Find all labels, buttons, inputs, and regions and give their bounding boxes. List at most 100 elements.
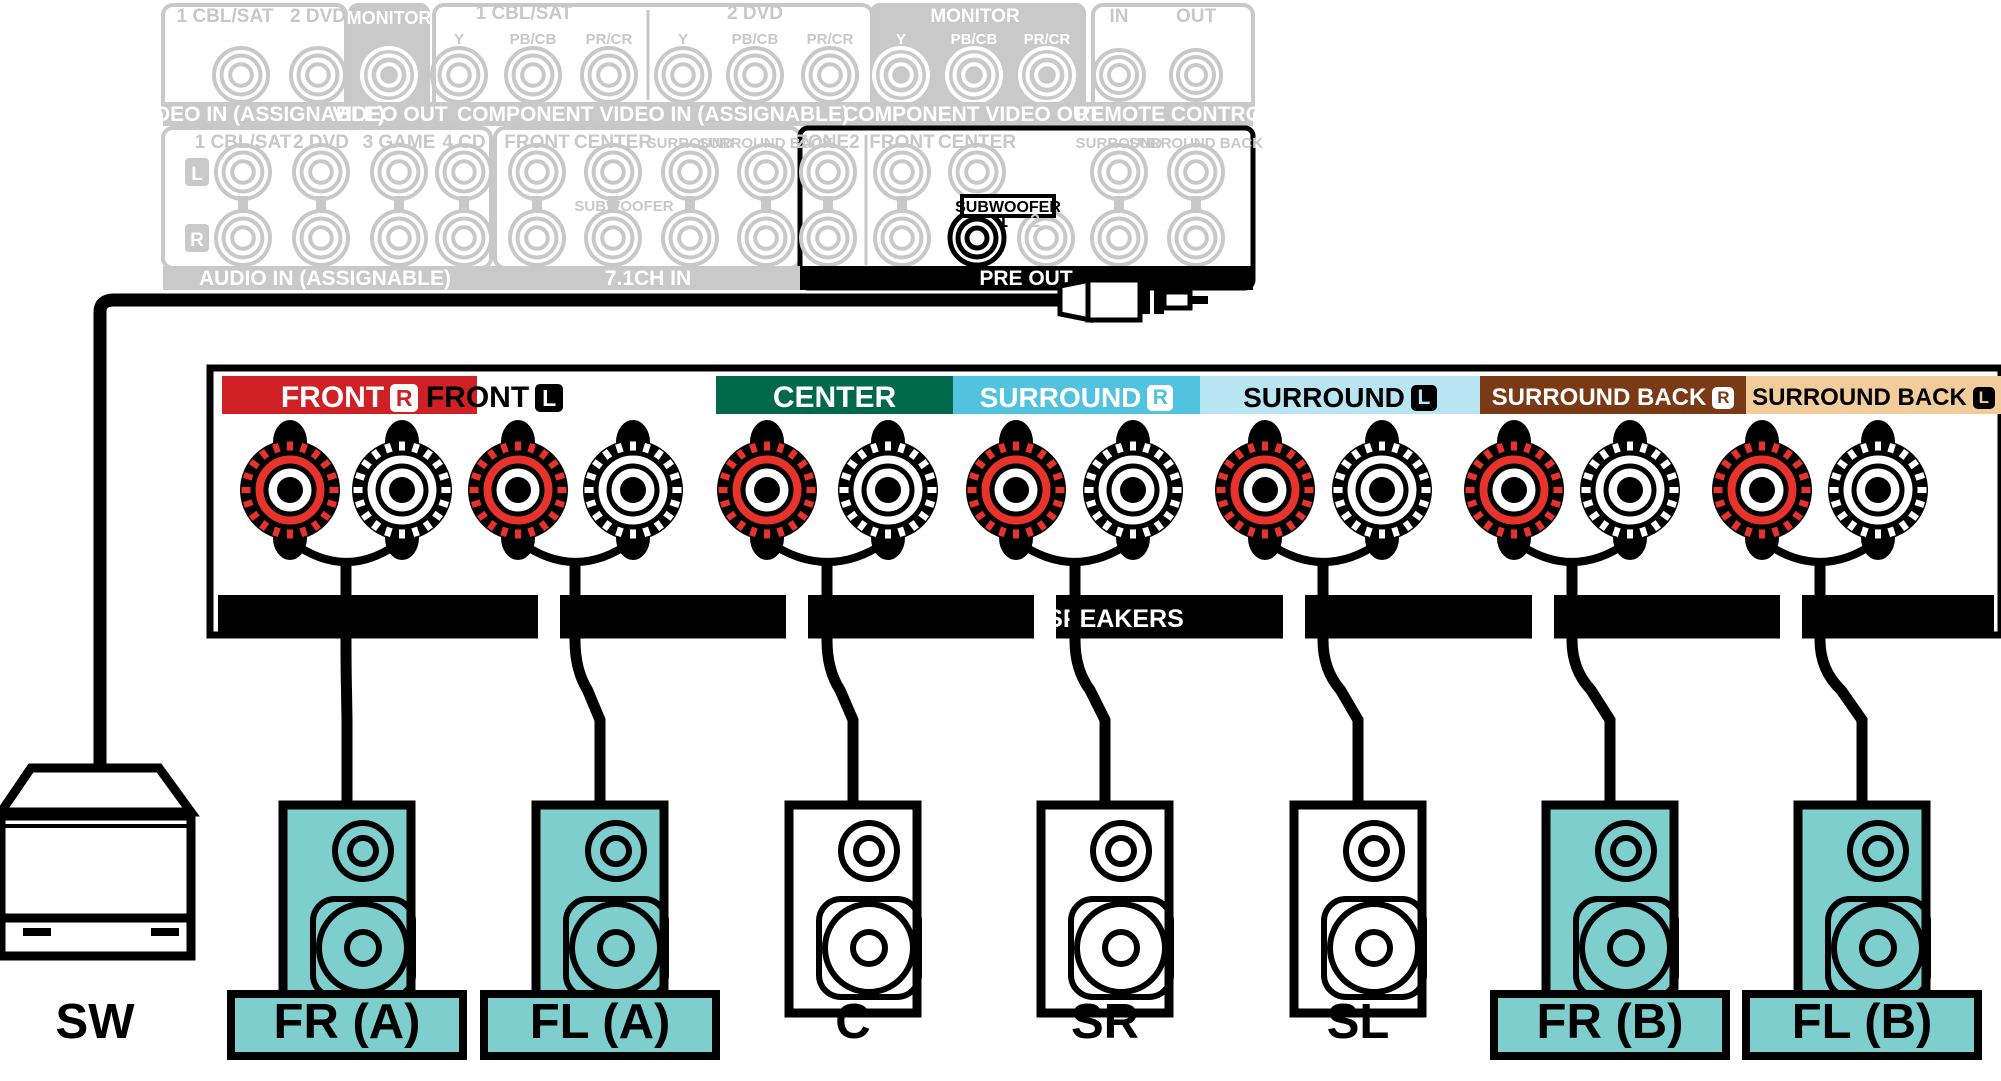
diagram-canvas: 1 CBL/SAT 2 DVD MONITOR 1 CBL/SAT 2 DVDY PB/C…	[0, 3, 2001, 1060]
audio-in-label-1: 2 DVD	[293, 132, 349, 153]
cvi-group1-label: 1 CBL/SAT	[476, 3, 573, 24]
channel-badge-r: R	[1712, 387, 1735, 409]
rca-jack-ghost	[799, 209, 857, 267]
speaker-label-c: C	[835, 995, 870, 1049]
cvi-jack-label: PB/CB	[732, 31, 779, 48]
rca-jack-ghost	[1167, 143, 1225, 201]
terminal-header-text: FRONT	[425, 381, 530, 414]
speaker-label-text-sr: SR	[1071, 995, 1139, 1049]
connection-diagram: 1 CBL/SAT 2 DVD MONITOR 1 CBL/SAT 2 DVD Y PB/C…	[0, 0, 2001, 1081]
rca-jack-ghost	[212, 46, 270, 104]
component-video-out-caption: COMPONENT VIDEO OUT	[843, 103, 1101, 126]
rca-jack-ghost	[801, 46, 859, 104]
speaker-cabinet-sr[interactable]	[1036, 800, 1174, 1018]
speaker-label-fr-b: FR (B)	[1490, 990, 1730, 1060]
rca-jack-ghost	[370, 209, 428, 267]
channel-badge-l: L	[1410, 385, 1437, 411]
rca-jack-ghost	[799, 143, 857, 201]
ch71-subwoofer-label: SUBWOOFER	[574, 198, 673, 215]
speakers-caption: SPEAKERS	[1046, 605, 1184, 633]
speaker-label-text-fl-a: FL (A)	[530, 995, 671, 1049]
cvi-group2-label: 2 DVD	[727, 3, 783, 24]
terminal-header-label-surround-back-r: SURROUND BACK R	[1480, 379, 1746, 417]
rca-jack-ghost	[873, 209, 931, 267]
speaker-label-text-c: C	[835, 995, 870, 1049]
rca-jack-ghost	[430, 46, 488, 104]
video-in-2-label: 2 DVD	[290, 6, 346, 27]
speaker-label-text-fr-b: FR (B)	[1537, 995, 1684, 1049]
terminal-header-text: SURROUND	[1243, 382, 1405, 413]
terminal-header-text: CENTER	[772, 381, 897, 414]
terminal-header-text: SURROUND	[979, 382, 1142, 413]
subwoofer-port-1-label: 1	[998, 211, 1008, 231]
speaker-label-sw: SW	[56, 995, 136, 1049]
rca-jack-ghost	[584, 209, 642, 267]
remote-in-label: IN	[1110, 6, 1129, 27]
speaker-cabinet-sw[interactable]	[0, 763, 200, 961]
speaker-label-sl: SL	[1327, 995, 1390, 1049]
remote-control-caption: REMOTE CONTROL	[1075, 103, 1275, 126]
rca-jack-ghost	[435, 209, 493, 267]
speaker-label-text-fr-a: FR (A)	[274, 995, 421, 1049]
rca-jack-ghost	[873, 143, 931, 201]
terminal-header-label-surround-back-l: SURROUND BACK L	[1746, 379, 2001, 417]
speaker-label-text-sw: SW	[56, 995, 136, 1049]
speaker-cabinet-fr-b[interactable]	[1541, 800, 1679, 1018]
speaker-label-fl-b: FL (B)	[1742, 990, 1982, 1060]
speaker-cabinet-c[interactable]	[784, 800, 922, 1018]
pre-out-zone2-label: ZONE2	[796, 132, 859, 153]
rca-jack-ghost	[1167, 209, 1225, 267]
rca-jack-ghost	[1092, 48, 1146, 102]
terminal-header-label-front-l: FRONT L	[277, 379, 712, 417]
terminal-header-label-surround-l: SURROUND L	[1200, 379, 1480, 417]
ch71-label-0: FRONT	[504, 132, 570, 153]
terminal-header-text: SURROUND BACK	[1491, 384, 1707, 411]
pre-out-subwoofer[interactable]	[947, 208, 1007, 268]
speaker-cabinet-fl-a[interactable]	[531, 800, 669, 1018]
subwoofer-tag-label: SUBWOOFER	[955, 199, 1061, 216]
rca-jack-ghost	[1090, 209, 1148, 267]
rca-jack-ghost	[654, 46, 712, 104]
audio-in-label-0: 1 CBL/SAT	[195, 132, 292, 153]
cvo-jack-label: Y	[896, 31, 906, 48]
speaker-label-fr-a: FR (A)	[227, 990, 467, 1060]
svg-text:R: R	[190, 230, 204, 251]
remote-out-label: OUT	[1176, 6, 1217, 27]
rca-jack-ghost	[580, 46, 638, 104]
speakers-row: SW FR (A) FL (A) C SR SL FR (B) FL (B)	[0, 763, 1982, 1060]
terminal-header-label-surround-r: SURROUND R	[953, 379, 1200, 417]
speaker-cabinet-fr-a[interactable]	[278, 800, 416, 1018]
pre-out-label-0: FRONT	[869, 132, 935, 153]
rca-jack-ghost	[737, 143, 795, 201]
rca-jack-ghost	[289, 46, 347, 104]
rca-jack-ghost	[214, 209, 272, 267]
rear-panel-video-row: 1 CBL/SAT 2 DVD MONITOR 1 CBL/SAT 2 DVDY PB/C…	[135, 3, 1275, 126]
cvi-jack-label: PR/CR	[807, 31, 854, 48]
rca-jack-ghost	[214, 143, 272, 201]
rca-jack-ghost	[584, 143, 642, 201]
ch71-label-1: CENTER	[574, 132, 652, 153]
rca-jack-ghost	[504, 46, 562, 104]
rear-panel-audio-row: 1 CBL/SAT 2 DVD 3 GAME 4 CDLRFRONT CENTERSUR…	[161, 125, 1263, 291]
channel-badge-l: L	[535, 384, 564, 412]
rca-jack-ghost	[292, 143, 350, 201]
rca-jack-ghost	[661, 143, 719, 201]
speaker-label-sr: SR	[1071, 995, 1139, 1049]
speaker-cabinet-fl-b[interactable]	[1793, 800, 1931, 1018]
terminal-header-text: SURROUND BACK	[1752, 384, 1967, 411]
speaker-label-text-sl: SL	[1327, 995, 1390, 1049]
rca-jack-ghost	[370, 143, 428, 201]
rca-jack-ghost	[508, 143, 566, 201]
rca-jack-ghost	[726, 46, 784, 104]
speaker-cabinet-sl[interactable]	[1289, 800, 1427, 1018]
video-out-monitor-label: MONITOR	[347, 8, 432, 28]
cvo-monitor-label: MONITOR	[930, 6, 1020, 27]
terminal-header-label-center: CENTER	[716, 379, 953, 417]
rca-jack-ghost	[948, 143, 1006, 201]
cvi-jack-label: PR/CR	[586, 31, 633, 48]
rca-jack-ghost	[1090, 143, 1148, 201]
video-in-1-label: 1 CBL/SAT	[177, 6, 274, 27]
svg-text:L: L	[191, 164, 203, 185]
cvo-jack-label: PB/CB	[951, 31, 998, 48]
cvi-jack-label: PB/CB	[510, 31, 557, 48]
